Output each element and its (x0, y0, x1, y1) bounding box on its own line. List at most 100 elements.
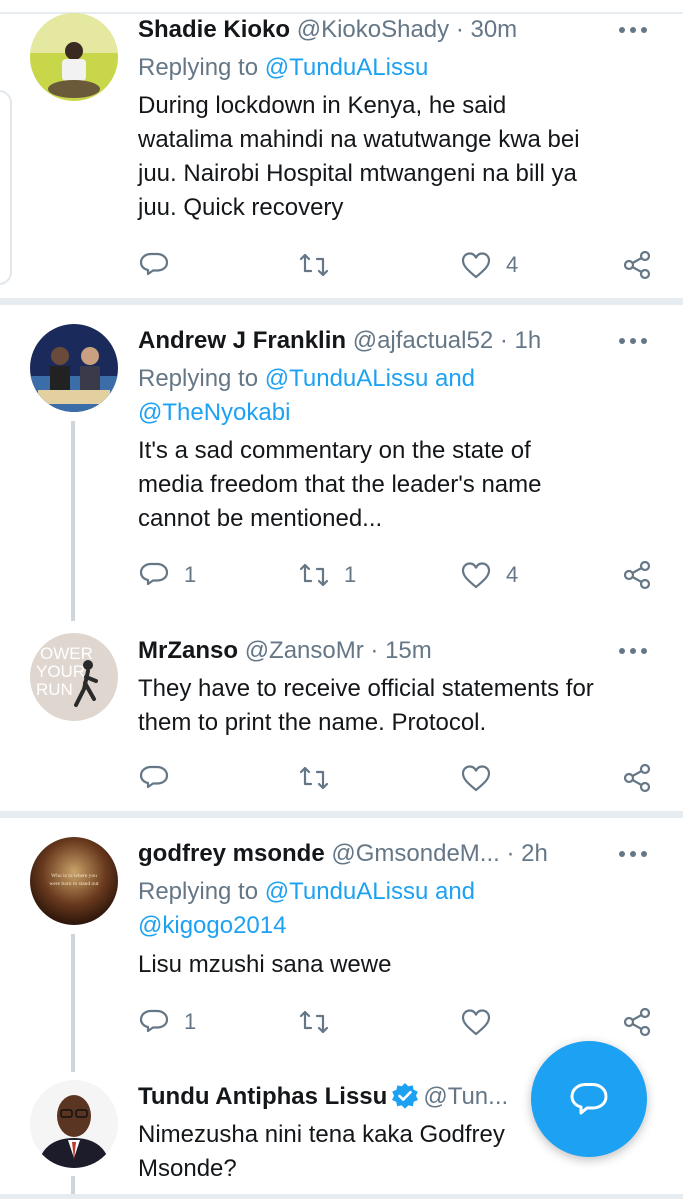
timestamp: 2h (521, 840, 548, 867)
user-handle: @GmsondeM... (331, 840, 500, 867)
share-icon (623, 763, 651, 793)
tweet-text-line: During lockdown in Kenya, he said (138, 92, 507, 119)
timestamp: 1h (514, 327, 542, 354)
retweet-button[interactable]: 1 (298, 555, 356, 595)
tweet-actions (138, 758, 658, 798)
mention-link[interactable]: @TunduALissu (265, 878, 429, 905)
time-separator: · (493, 327, 515, 354)
reply-count: 1 (184, 562, 197, 587)
reply-icon (139, 765, 169, 789)
mention-link[interactable]: @kigogo2014 (138, 912, 286, 939)
share-icon (623, 560, 651, 590)
time-separator: · (499, 840, 522, 867)
retweet-button[interactable] (298, 758, 344, 798)
display-name[interactable]: Tundu Antiphas Lissu (138, 1083, 387, 1110)
share-button[interactable] (621, 555, 653, 595)
retweet-icon (299, 253, 329, 277)
avatar[interactable]: Who is to where you were born to stand ou… (30, 837, 118, 925)
reply-icon (139, 1009, 169, 1033)
timestamp: 15m (385, 637, 432, 664)
tweet-shadie-kioko[interactable]: Shadie Kioko @KiokoShady · 30m Replying … (0, 0, 683, 300)
like-button[interactable]: 4 (460, 245, 518, 285)
like-button[interactable] (460, 1002, 506, 1042)
reply-icon (139, 562, 169, 586)
user-handle: @ZansoMr (244, 637, 364, 664)
tweet-text-line: them to print the name. Protocol. (138, 709, 487, 736)
avatar-text-line: RUN (36, 680, 73, 699)
time-separator: · (363, 637, 386, 664)
retweet-count: 1 (344, 562, 357, 587)
like-button[interactable] (460, 758, 506, 798)
replying-to-label: Replying to (138, 878, 265, 905)
mention-link[interactable]: @TunduALissu (265, 54, 429, 81)
tweet-text: Lisu mzushi sana wewe (138, 948, 658, 982)
compose-reply-button[interactable] (531, 1041, 647, 1157)
avatar-text-line: Who is to where you (51, 873, 97, 879)
display-name[interactable]: godfrey msonde (138, 840, 325, 867)
tweet-andrew-franklin[interactable]: Andrew J Franklin @ajfactual52 · 1h Repl… (0, 305, 683, 621)
tweet-text-line: They have to receive official statements… (138, 675, 594, 702)
avatar[interactable] (30, 1080, 118, 1168)
avatar[interactable]: OWER YOUR RUN (30, 633, 118, 721)
tweet-header: godfrey msonde @GmsondeM... · 2h (138, 837, 658, 871)
display-name[interactable]: Andrew J Franklin (138, 327, 346, 354)
tweet-text-line: watalima mahindi na watutwange kwa bei (138, 126, 580, 153)
avatar[interactable] (30, 13, 118, 101)
like-button[interactable]: 4 (460, 555, 518, 595)
tweet-godfrey-msonde[interactable]: Who is to where you were born to stand ou… (0, 818, 683, 1078)
compose-reply-icon (570, 1083, 608, 1115)
more-icon[interactable] (613, 634, 653, 668)
bottom-separator (0, 1194, 683, 1199)
tweet-actions: 4 (138, 245, 658, 285)
tweet-header: Andrew J Franklin @ajfactual52 · 1h (138, 324, 658, 358)
more-icon[interactable] (613, 837, 653, 871)
display-name[interactable]: MrZanso (138, 637, 238, 664)
replying-to: Replying to @TunduALissu and @kigogo2014 (138, 875, 638, 943)
avatar[interactable] (30, 324, 118, 412)
tweet-actions: 1 (138, 1002, 658, 1042)
tweet-separator (0, 298, 683, 305)
tweet-mrzanso[interactable]: OWER YOUR RUN MrZanso @ZansoMr · 15m They … (0, 616, 683, 811)
like-icon (461, 765, 491, 792)
avatar-text-line: YOUR (36, 662, 85, 681)
tweet-actions: 1 1 4 (138, 555, 658, 595)
tweet-header: MrZanso @ZansoMr · 15m (138, 634, 658, 668)
more-icon[interactable] (613, 324, 653, 358)
display-name[interactable]: Shadie Kioko (138, 16, 290, 43)
share-button[interactable] (621, 245, 653, 285)
replying-to: Replying to @TunduALissu and @TheNyokabi (138, 362, 638, 430)
tweet-text-line: It's a sad commentary on the state of (138, 437, 531, 464)
mention-link[interactable]: @TunduALissu (265, 365, 429, 392)
like-count: 4 (506, 562, 519, 587)
reply-button[interactable]: 1 (138, 555, 196, 595)
and-joiner: and (428, 878, 476, 905)
avatar-text-line: were born to stand out (49, 881, 99, 887)
retweet-button[interactable] (298, 245, 344, 285)
more-icon[interactable] (613, 13, 653, 47)
like-icon (461, 252, 491, 279)
reply-button[interactable] (138, 245, 184, 285)
retweet-icon (299, 766, 329, 790)
share-button[interactable] (621, 1002, 653, 1042)
replying-to: Replying to @TunduALissu (138, 51, 638, 85)
tweet-header: Shadie Kioko @KiokoShady · 30m (138, 13, 658, 47)
reply-button[interactable] (138, 758, 184, 798)
retweet-button[interactable] (298, 1002, 344, 1042)
time-separator: · (449, 16, 471, 43)
tweet-text-line: juu. Nairobi Hospital mtwangeni na bill … (138, 160, 577, 187)
tweet-text-line: Lisu mzushi sana wewe (138, 951, 392, 978)
tweet-text: It's a sad commentary on the state of me… (138, 434, 658, 536)
tweet-text-line: cannot be mentioned... (138, 505, 383, 532)
tweet-text-line: media freedom that the leader's name (138, 471, 542, 498)
share-button[interactable] (621, 758, 653, 798)
tweet-separator (0, 811, 683, 818)
retweet-icon (299, 563, 329, 587)
mention-link[interactable]: @TheNyokabi (138, 399, 290, 426)
thread-line (71, 1176, 75, 1196)
timestamp: 30m (470, 16, 518, 43)
replying-to-label: Replying to (138, 365, 265, 392)
reply-button[interactable]: 1 (138, 1002, 196, 1042)
like-icon (461, 562, 491, 589)
verified-icon (392, 1082, 419, 1109)
share-icon (623, 1007, 651, 1037)
